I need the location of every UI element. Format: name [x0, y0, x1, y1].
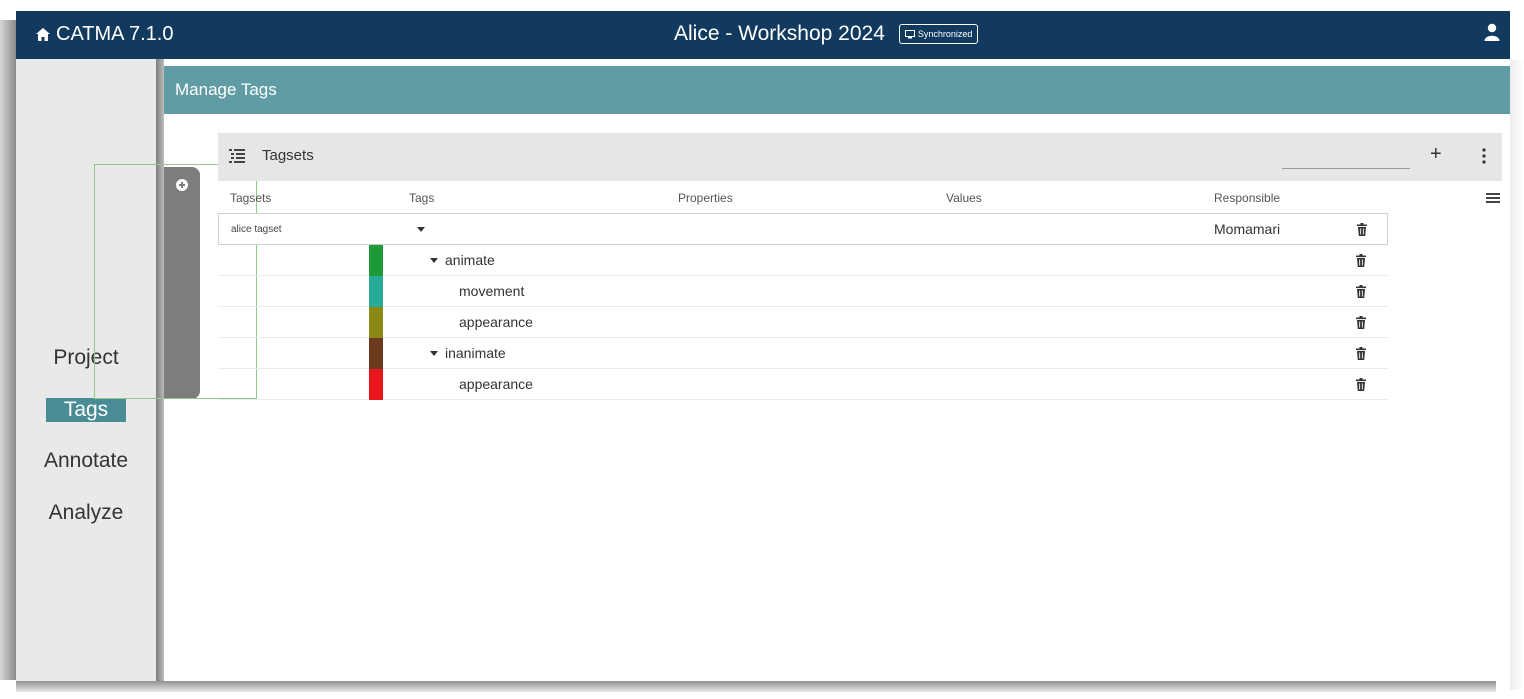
tag-label: inanimate — [445, 345, 506, 361]
sidebar-item-label: Analyze — [48, 501, 124, 524]
expand-caret-icon[interactable] — [430, 351, 438, 356]
tag-label: animate — [445, 252, 495, 268]
sidebar-item-annotate[interactable]: Annotate — [16, 449, 156, 473]
monitor-icon — [904, 29, 915, 38]
tagset-row[interactable]: alice tagset Momamari — [218, 213, 1388, 245]
add-tagset-button[interactable]: + — [1430, 143, 1442, 166]
tag-row-movement[interactable]: movement — [218, 276, 1388, 307]
project-title: Alice - Workshop 2024 — [674, 22, 885, 45]
tag-label: movement — [459, 283, 525, 299]
trash-icon[interactable] — [1356, 285, 1366, 298]
sidebar-item-tags[interactable]: Tags — [16, 398, 156, 422]
sidebar-item-label: Annotate — [43, 449, 129, 472]
tag-color-swatch — [369, 245, 383, 276]
trash-icon[interactable] — [1356, 316, 1366, 329]
home-link[interactable]: CATMA 7.1.0 — [36, 23, 173, 46]
expand-caret-icon[interactable] — [417, 227, 425, 232]
home-icon — [36, 28, 50, 41]
list-icon — [229, 149, 245, 163]
tag-color-swatch — [369, 307, 383, 338]
column-header-properties[interactable]: Properties — [678, 191, 733, 205]
column-header-tags[interactable]: Tags — [409, 191, 434, 205]
tag-row-appearance[interactable]: appearance — [218, 307, 1388, 338]
search-input[interactable] — [1282, 147, 1410, 169]
expand-caret-icon[interactable] — [430, 258, 438, 263]
tag-color-swatch — [369, 276, 383, 307]
app-window: CATMA 7.1.0 Alice - Workshop 2024 Synchr… — [16, 11, 1510, 681]
column-menu-icon[interactable] — [1486, 192, 1500, 204]
trash-icon[interactable] — [1356, 378, 1366, 391]
page-title: Manage Tags — [175, 80, 277, 99]
page-header: Manage Tags — [164, 66, 1510, 114]
user-icon[interactable] — [1484, 23, 1500, 41]
sync-status-label: Synchronized — [917, 29, 973, 39]
trash-icon[interactable] — [1356, 347, 1366, 360]
tag-color-swatch — [369, 338, 383, 369]
window-shadow-bottom — [16, 680, 1496, 692]
window-shadow-right — [1510, 60, 1524, 690]
column-header-values[interactable]: Values — [946, 191, 982, 205]
trash-icon[interactable] — [1357, 223, 1367, 236]
tag-label: appearance — [459, 376, 533, 392]
tag-label: appearance — [459, 314, 533, 330]
sync-status-badge: Synchronized — [898, 24, 979, 44]
top-bar: CATMA 7.1.0 Alice - Workshop 2024 Synchr… — [16, 11, 1510, 59]
title-area: Alice - Workshop 2024 Synchronized — [674, 22, 979, 46]
tagset-responsible: Momamari — [1214, 221, 1281, 237]
tag-color-swatch — [369, 369, 383, 400]
tag-row-appearance-2[interactable]: appearance — [218, 369, 1388, 400]
column-header-responsible[interactable]: Responsible — [1214, 191, 1280, 205]
more-options-icon[interactable] — [1482, 147, 1486, 165]
tag-row-animate[interactable]: animate — [218, 245, 1388, 276]
tagsets-toolbar: Tagsets + — [218, 133, 1502, 181]
tag-row-inanimate[interactable]: inanimate — [218, 338, 1388, 369]
sidebar-item-analyze[interactable]: Analyze — [16, 501, 156, 525]
trash-icon[interactable] — [1356, 254, 1366, 267]
column-header-tagsets[interactable]: Tagsets — [230, 191, 271, 205]
sidebar-item-label: Tags — [45, 398, 127, 422]
tagsets-panel-title: Tagsets — [262, 147, 314, 164]
brand-label: CATMA 7.1.0 — [56, 23, 174, 45]
tagset-name: alice tagset — [231, 224, 282, 235]
window-shadow-left — [0, 20, 16, 680]
